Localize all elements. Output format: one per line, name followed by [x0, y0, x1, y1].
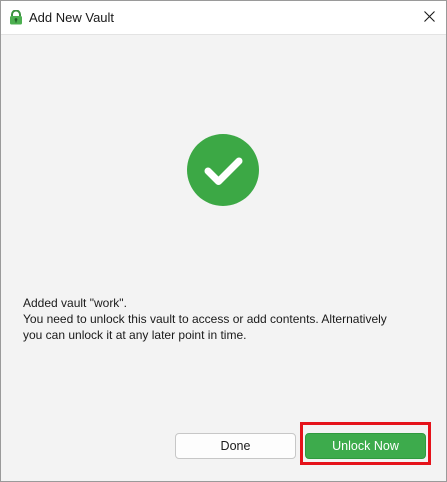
- vault-added-message: Added vault "work". You need to unlock t…: [23, 295, 423, 343]
- dialog-content: Added vault "work". You need to unlock t…: [1, 35, 446, 481]
- message-line: you can unlock it at any later point in …: [23, 328, 247, 342]
- message-line: Added vault "work".: [23, 296, 127, 310]
- window-title: Add New Vault: [29, 10, 115, 25]
- close-icon: [423, 9, 435, 27]
- checkmark-circle-icon: [187, 134, 259, 206]
- message-line: You need to unlock this vault to access …: [23, 312, 387, 326]
- title-bar[interactable]: Add New Vault: [1, 1, 446, 35]
- done-button[interactable]: Done: [175, 433, 296, 459]
- cryptomator-lock-icon: [9, 9, 23, 25]
- close-button[interactable]: [412, 1, 446, 34]
- unlock-now-button[interactable]: Unlock Now: [305, 433, 426, 459]
- add-vault-dialog: Add New Vault Added vault "work". You ne…: [0, 0, 447, 482]
